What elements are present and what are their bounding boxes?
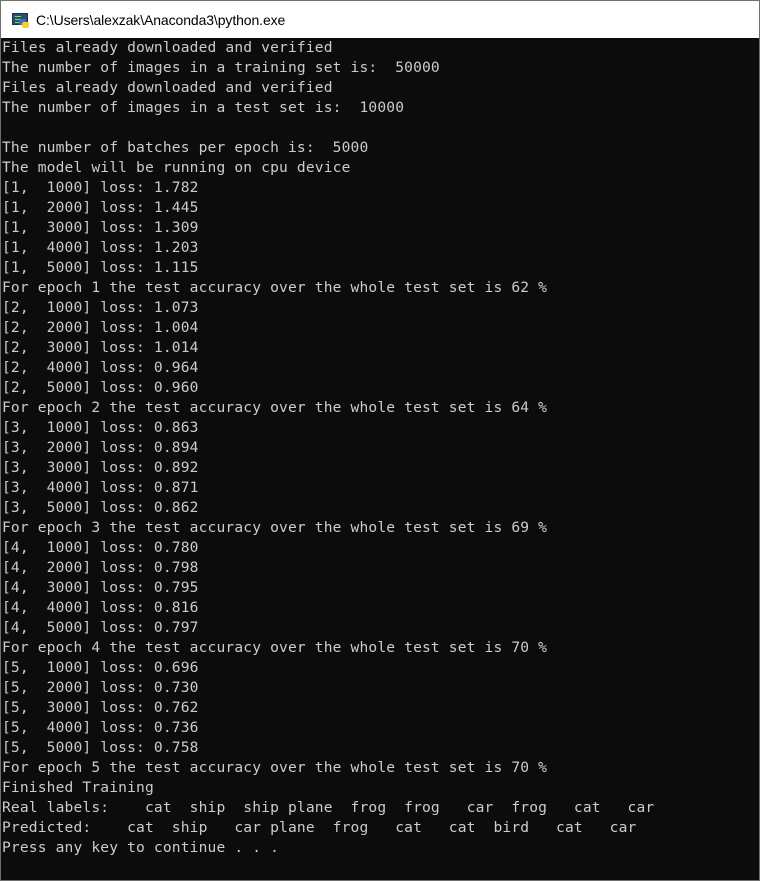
console-line: [5, 4000] loss: 0.736 [2, 719, 199, 736]
console-window: C:\Users\alexzak\Anaconda3\python.exe Fi… [0, 0, 760, 881]
console-line: Files already downloaded and verified [2, 79, 333, 96]
console-line: Real labels: cat ship ship plane frog fr… [2, 799, 655, 816]
console-line: [4, 2000] loss: 0.798 [2, 559, 199, 576]
console-line: [2, 3000] loss: 1.014 [2, 339, 199, 356]
console-line: [5, 5000] loss: 0.758 [2, 739, 199, 756]
console-line: Press any key to continue . . . [2, 839, 280, 856]
console-line: [4, 5000] loss: 0.797 [2, 619, 199, 636]
console-output[interactable]: Files already downloaded and verified The… [1, 38, 759, 858]
console-line: [5, 3000] loss: 0.762 [2, 699, 199, 716]
console-line: [1, 5000] loss: 1.115 [2, 259, 199, 276]
console-line: [3, 3000] loss: 0.892 [2, 459, 199, 476]
console-line: [4, 3000] loss: 0.795 [2, 579, 199, 596]
console-line: [2, 4000] loss: 0.964 [2, 359, 199, 376]
console-line: [3, 2000] loss: 0.894 [2, 439, 199, 456]
console-line: [5, 2000] loss: 0.730 [2, 679, 199, 696]
console-line: For epoch 3 the test accuracy over the w… [2, 519, 548, 536]
console-line: [4, 1000] loss: 0.780 [2, 539, 199, 556]
console-line: For epoch 5 the test accuracy over the w… [2, 759, 548, 776]
console-line: Predicted: cat ship car plane frog cat c… [2, 819, 637, 836]
console-line: [1, 1000] loss: 1.782 [2, 179, 199, 196]
console-line: [2, 2000] loss: 1.004 [2, 319, 199, 336]
console-line: The model will be running on cpu device [2, 159, 351, 176]
window-title: C:\Users\alexzak\Anaconda3\python.exe [36, 11, 286, 28]
console-line: [1, 3000] loss: 1.309 [2, 219, 199, 236]
console-line: For epoch 2 the test accuracy over the w… [2, 399, 548, 416]
title-bar[interactable]: C:\Users\alexzak\Anaconda3\python.exe [1, 1, 759, 38]
console-line: [2, 5000] loss: 0.960 [2, 379, 199, 396]
console-line: [3, 1000] loss: 0.863 [2, 419, 199, 436]
console-line: [4, 4000] loss: 0.816 [2, 599, 199, 616]
console-line: The number of batches per epoch is: 5000 [2, 139, 369, 156]
console-line: For epoch 1 the test accuracy over the w… [2, 279, 548, 296]
console-line: [1, 4000] loss: 1.203 [2, 239, 199, 256]
console-line: [3, 4000] loss: 0.871 [2, 479, 199, 496]
console-line: [2, 1000] loss: 1.073 [2, 299, 199, 316]
python-console-icon [12, 12, 30, 28]
console-line: The number of images in a training set i… [2, 59, 440, 76]
console-line: The number of images in a test set is: 1… [2, 99, 405, 116]
console-line: Files already downloaded and verified [2, 39, 333, 56]
console-line: [5, 1000] loss: 0.696 [2, 659, 199, 676]
console-line: For epoch 4 the test accuracy over the w… [2, 639, 548, 656]
console-line: [1, 2000] loss: 1.445 [2, 199, 199, 216]
console-line: Finished Training [2, 779, 154, 796]
console-line: [3, 5000] loss: 0.862 [2, 499, 199, 516]
